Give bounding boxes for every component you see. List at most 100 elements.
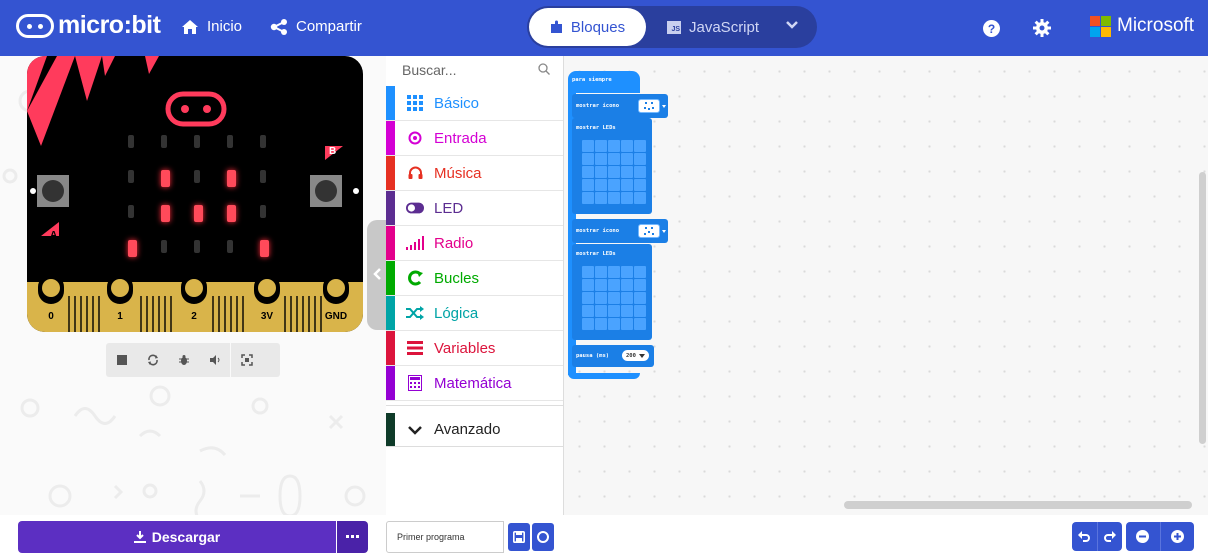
category-bucles[interactable]: Bucles [386, 261, 563, 296]
javascript-tab[interactable]: JS JavaScript [667, 8, 759, 46]
show-leds-block[interactable]: mostrar LEDs [572, 118, 652, 214]
pause-value-field[interactable]: 200 [622, 350, 649, 361]
led-cell[interactable] [582, 266, 594, 278]
led-cell[interactable] [595, 318, 607, 330]
zoom-out-button[interactable] [1126, 522, 1161, 551]
led-cell[interactable] [595, 266, 607, 278]
led-cell[interactable] [608, 179, 620, 191]
led-cell[interactable] [608, 292, 620, 304]
debug-button[interactable] [168, 343, 199, 377]
download-button[interactable]: Descargar [18, 521, 336, 553]
icon-picker[interactable] [638, 99, 660, 113]
led-cell[interactable] [608, 166, 620, 178]
icon-picker[interactable] [638, 224, 660, 238]
github-button[interactable] [532, 523, 554, 551]
share-button[interactable]: Compartir [270, 18, 362, 35]
category-radio[interactable]: Radio [386, 226, 563, 261]
led-cell[interactable] [595, 153, 607, 165]
stop-button[interactable] [106, 343, 137, 377]
category-avanzado[interactable]: Avanzado [386, 413, 563, 447]
collapse-simulator-tab[interactable] [367, 220, 387, 330]
led-cell[interactable] [634, 192, 646, 204]
led-cell[interactable] [608, 140, 620, 152]
led-cell[interactable] [621, 305, 633, 317]
category-musica[interactable]: Música [386, 156, 563, 191]
mute-button[interactable] [199, 343, 230, 377]
home-button[interactable]: Inicio [181, 18, 242, 35]
led-cell[interactable] [621, 318, 633, 330]
led-cell[interactable] [595, 179, 607, 191]
category-led[interactable]: LED [386, 191, 563, 226]
led-cell[interactable] [595, 192, 607, 204]
forever-block[interactable]: para siempre [568, 71, 640, 93]
led-cell[interactable] [582, 305, 594, 317]
microbit-logo[interactable]: micro:bit [16, 11, 161, 40]
led-cell[interactable] [595, 292, 607, 304]
led-cell[interactable] [634, 179, 646, 191]
led-cell[interactable] [608, 266, 620, 278]
led-cell[interactable] [595, 279, 607, 291]
microsoft-logo[interactable]: Microsoft [1090, 15, 1194, 37]
led-cell[interactable] [582, 318, 594, 330]
vertical-scrollbar[interactable] [1199, 172, 1206, 444]
led-cell[interactable] [582, 292, 594, 304]
pause-block[interactable]: pausa (ms) 200 [572, 345, 654, 367]
led-cell[interactable] [595, 140, 607, 152]
led-cell[interactable] [608, 153, 620, 165]
led-cell[interactable] [621, 140, 633, 152]
search-input[interactable] [400, 61, 534, 79]
category-logica[interactable]: Lógica [386, 296, 563, 331]
blocks-workspace[interactable]: para siempre mostrar ícono mostrar LEDs … [564, 56, 1208, 515]
led-cell[interactable] [608, 318, 620, 330]
led-cell[interactable] [634, 318, 646, 330]
led-cell[interactable] [621, 179, 633, 191]
project-name-input[interactable] [386, 521, 504, 553]
led-cell[interactable] [608, 279, 620, 291]
save-button[interactable] [508, 523, 530, 551]
led-cell[interactable] [582, 279, 594, 291]
led-cell[interactable] [582, 140, 594, 152]
download-options-button[interactable] [337, 521, 368, 553]
restart-button[interactable] [137, 343, 168, 377]
chevron-down-icon[interactable] [785, 20, 799, 30]
category-basico[interactable]: Básico [386, 86, 563, 121]
led-cell[interactable] [608, 305, 620, 317]
led-cell[interactable] [595, 305, 607, 317]
led-cell[interactable] [621, 266, 633, 278]
led-cell[interactable] [621, 192, 633, 204]
horizontal-scrollbar[interactable] [844, 501, 1192, 509]
category-entrada[interactable]: Entrada [386, 121, 563, 156]
fullscreen-button[interactable] [231, 343, 262, 377]
redo-button[interactable] [1098, 522, 1123, 551]
category-variables[interactable]: Variables [386, 331, 563, 366]
led-grid-editor[interactable] [582, 266, 646, 330]
led-cell[interactable] [634, 266, 646, 278]
led-cell[interactable] [621, 153, 633, 165]
search-icon[interactable] [538, 63, 550, 75]
led-cell[interactable] [621, 292, 633, 304]
led-cell[interactable] [582, 192, 594, 204]
led-cell[interactable] [621, 166, 633, 178]
led-cell[interactable] [634, 279, 646, 291]
led-cell[interactable] [582, 179, 594, 191]
category-matematica[interactable]: Matemática [386, 366, 563, 401]
led-cell[interactable] [634, 292, 646, 304]
led-cell[interactable] [582, 153, 594, 165]
zoom-in-button[interactable] [1161, 522, 1195, 551]
led-cell[interactable] [634, 153, 646, 165]
led-cell[interactable] [608, 192, 620, 204]
led-cell[interactable] [582, 166, 594, 178]
show-leds-block[interactable]: mostrar LEDs [572, 244, 652, 340]
show-icon-block[interactable]: mostrar ícono [572, 94, 668, 118]
undo-button[interactable] [1072, 522, 1098, 551]
led-cell[interactable] [634, 305, 646, 317]
blocks-tab[interactable]: Bloques [529, 8, 646, 46]
led-cell[interactable] [634, 166, 646, 178]
led-cell[interactable] [621, 279, 633, 291]
gear-icon[interactable] [1033, 19, 1051, 37]
help-icon[interactable]: ? [983, 20, 1000, 37]
led-cell[interactable] [595, 166, 607, 178]
show-icon-block[interactable]: mostrar ícono [572, 219, 668, 243]
led-grid-editor[interactable] [582, 140, 646, 204]
led-cell[interactable] [634, 140, 646, 152]
